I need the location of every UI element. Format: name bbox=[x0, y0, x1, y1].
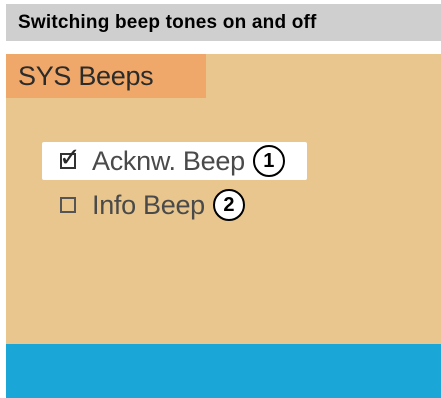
checkbox-empty-icon[interactable] bbox=[60, 197, 76, 213]
screen-title: SYS Beeps bbox=[18, 60, 154, 91]
beep-options-list: ✓ Acknw. Beep 1 Info Beep 2 bbox=[42, 142, 332, 232]
option-label-acknw-beep: Acknw. Beep bbox=[92, 145, 245, 176]
sys-beeps-screen: SYS Beeps ✓ Acknw. Beep 1 Info Beep 2 bbox=[6, 54, 441, 398]
callout-1-icon: 1 bbox=[252, 145, 285, 177]
section-title: Switching beep tones on and off bbox=[18, 11, 317, 33]
callout-2-icon: 2 bbox=[212, 189, 245, 221]
section-header: Switching beep tones on and off bbox=[6, 4, 441, 41]
bottom-status-bar bbox=[6, 344, 441, 398]
checkmark-icon: ✓ bbox=[59, 142, 81, 172]
option-info-beep[interactable]: Info Beep 2 bbox=[42, 186, 332, 224]
screen-title-tab: SYS Beeps bbox=[6, 54, 206, 98]
checkbox-checked-icon[interactable]: ✓ bbox=[59, 144, 81, 170]
option-acknw-beep[interactable]: ✓ Acknw. Beep 1 bbox=[42, 142, 332, 180]
option-label-info-beep: Info Beep bbox=[92, 189, 205, 220]
